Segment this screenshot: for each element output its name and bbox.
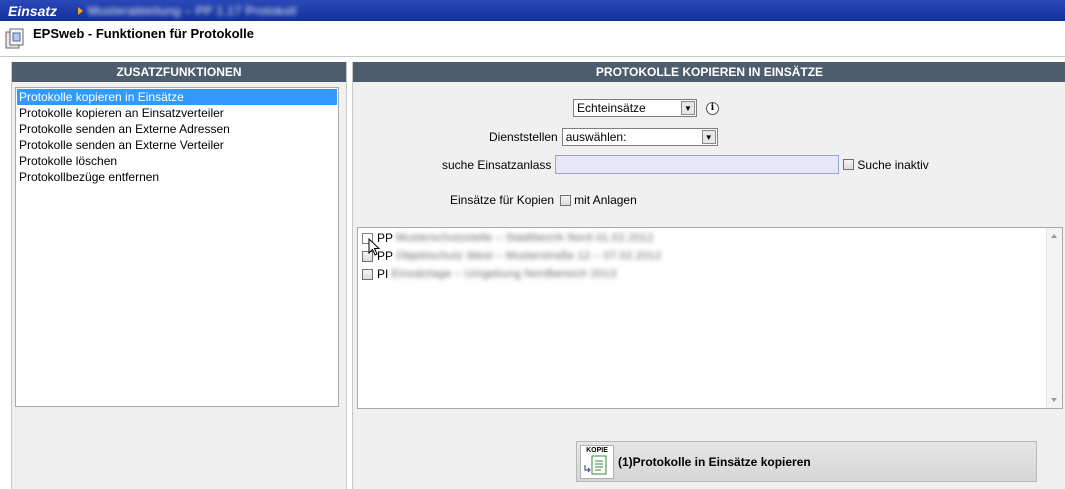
mit-anlagen-label: mit Anlagen — [574, 193, 637, 207]
einsatz-type-row: Echteinsätze ▼ i — [573, 99, 719, 117]
einsatz-checkbox[interactable] — [362, 268, 373, 280]
scroll-up-icon[interactable] — [1051, 234, 1057, 238]
list-item[interactable]: PP Musterschutzstelle – Stadtbezirk Nord… — [362, 231, 654, 245]
copy-button-label: (1)Protokolle in Einsätze kopieren — [618, 454, 811, 469]
info-icon[interactable]: i — [706, 101, 719, 115]
breadcrumb-arrow-icon — [78, 6, 83, 15]
suche-einsatzanlass-input[interactable] — [555, 155, 840, 174]
app-title: Einsatz — [8, 2, 58, 19]
einsatz-type-select[interactable]: Echteinsätze ▼ — [573, 99, 697, 117]
einsatz-type-value: Echteinsätze — [577, 101, 646, 115]
einsatz-text: Objektschutz West – Musterstraße 12 – 07… — [396, 250, 662, 262]
einsatz-text: Musterschutzstelle – Stadtbezirk Nord 01… — [396, 232, 654, 244]
dienststellen-label: Dienststellen — [489, 130, 558, 144]
left-panel: ZUSATZFUNKTIONEN Protokolle kopieren in … — [11, 62, 347, 489]
top-bar: Einsatz Musterabteilung – PP 1.17 Protok… — [0, 0, 1065, 21]
chevron-down-icon[interactable]: ▼ — [681, 101, 695, 115]
function-item-bezuege-entfernen[interactable]: Protokollbezüge entfernen — [17, 169, 337, 185]
function-item-kopieren-einsaetze[interactable]: Protokolle kopieren in Einsätze — [17, 89, 337, 105]
kopien-row: Einsätze für Kopien mit Anlagen — [450, 193, 637, 207]
list-item[interactable]: PI Einsatzlage – Umgebung Nordbereich 20… — [362, 267, 616, 281]
breadcrumb[interactable]: Musterabteilung – PP 1.17 Protokoll — [88, 4, 297, 18]
suche-inaktiv-label: Suche inaktiv — [857, 157, 929, 172]
chevron-down-icon[interactable]: ▼ — [701, 130, 716, 144]
suche-row: suche Einsatzanlass Suche inaktiv — [442, 155, 929, 174]
list-item[interactable]: PP Objektschutz West – Musterstraße 12 –… — [362, 249, 662, 263]
dienststellen-select[interactable]: auswählen: ▼ — [561, 128, 718, 146]
page-title: EPSweb - Funktionen für Protokolle — [33, 26, 255, 41]
function-item-loeschen[interactable]: Protokolle löschen — [17, 153, 337, 169]
left-panel-header: ZUSATZFUNKTIONEN — [12, 62, 346, 82]
copy-protocols-button[interactable]: KOPIE (1)Protokolle in Einsätze kopieren — [576, 441, 1037, 482]
documents-icon — [5, 28, 24, 49]
suche-label: suche Einsatzanlass — [442, 157, 552, 172]
dienststellen-value: auswählen: — [565, 130, 627, 144]
einsatz-list[interactable]: PP Musterschutzstelle – Stadtbezirk Nord… — [357, 227, 1063, 409]
copy-document-icon: KOPIE — [580, 444, 614, 479]
page-header: EPSweb - Funktionen für Protokolle — [0, 21, 1065, 57]
einsatz-code: PI — [377, 267, 389, 281]
function-list[interactable]: Protokolle kopieren in Einsätze Protokol… — [15, 87, 339, 407]
suche-inaktiv-checkbox[interactable] — [843, 159, 855, 170]
kopien-label: Einsätze für Kopien — [450, 193, 555, 207]
function-item-senden-adressen[interactable]: Protokolle senden an Externe Adressen — [17, 121, 337, 137]
dienststellen-row: Dienststellen auswählen: ▼ — [489, 128, 718, 146]
right-panel-header: PROTOKOLLE KOPIEREN IN EINSÄTZE — [353, 62, 1065, 82]
scroll-down-icon[interactable] — [1051, 398, 1057, 402]
right-panel: PROTOKOLLE KOPIEREN IN EINSÄTZE Echteins… — [352, 62, 1065, 489]
list-scrollbar[interactable] — [1046, 228, 1062, 408]
function-item-kopieren-verteiler[interactable]: Protokolle kopieren an Einsatzverteiler — [17, 105, 337, 121]
function-item-senden-verteiler[interactable]: Protokolle senden an Externe Verteiler — [17, 137, 337, 153]
mit-anlagen-checkbox[interactable] — [560, 194, 572, 206]
einsatz-text: Einsatzlage – Umgebung Nordbereich 2013 — [391, 268, 617, 280]
mouse-cursor-icon — [368, 238, 380, 256]
